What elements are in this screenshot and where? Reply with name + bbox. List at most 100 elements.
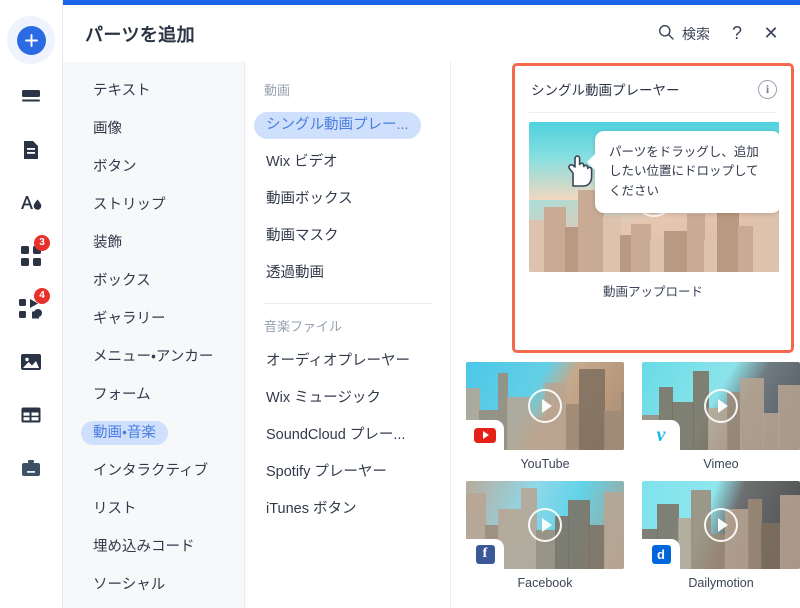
subgroup-title-0: 動画 — [246, 74, 450, 107]
search-icon — [658, 24, 674, 43]
play-icon — [528, 389, 562, 423]
media-icon[interactable] — [11, 342, 51, 382]
provider-logo: v — [642, 420, 680, 450]
page-icon[interactable] — [11, 130, 51, 170]
category-item-label: 動画・音楽 — [81, 421, 168, 446]
subcategory-item-1-3[interactable]: Spotify プレーヤー — [246, 454, 450, 491]
category-item-label: 埋め込みコード — [81, 535, 207, 560]
category-item-label: ストリップ — [81, 193, 178, 218]
featured-part-header: シングル動画プレーヤー i — [515, 66, 791, 112]
subcategory-item-label: Wix ミュージック — [254, 385, 393, 412]
add-button[interactable] — [7, 16, 55, 64]
layout-icon[interactable] — [11, 395, 51, 435]
subcategory-item-1-1[interactable]: Wix ミュージック — [246, 380, 450, 417]
plus-icon — [17, 26, 46, 55]
add-section-icon[interactable] — [11, 77, 51, 117]
play-icon — [704, 508, 738, 542]
category-item-3[interactable]: ストリップ — [63, 186, 244, 224]
theme-text-icon[interactable] — [11, 183, 51, 223]
provider-label: Dailymotion — [642, 576, 800, 590]
category-item-6[interactable]: ギャラリー — [63, 300, 244, 338]
subcategory-item-1-2[interactable]: SoundCloud プレー... — [246, 417, 450, 454]
category-item-label: リスト — [81, 497, 149, 522]
apps-icon[interactable]: 4 — [11, 289, 51, 329]
provider-row: YouTubevVimeo — [466, 362, 800, 471]
subcategory-item-label: 動画マスク — [254, 223, 351, 250]
provider-logo — [466, 420, 504, 450]
featured-part-title: シングル動画プレーヤー — [531, 79, 680, 99]
category-item-9[interactable]: 動画・音楽 — [63, 414, 244, 452]
subcategory-item-label: オーディオプレーヤー — [254, 348, 422, 375]
category-item-1[interactable]: 画像 — [63, 110, 244, 148]
help-button[interactable]: ? — [720, 17, 754, 51]
category-item-label: ボックス — [81, 269, 163, 294]
category-item-13[interactable]: ソーシャル — [63, 566, 244, 604]
category-item-label: ボタン — [81, 155, 149, 180]
page-title: パーツを追加 — [85, 21, 195, 47]
subcategory-item-0-1[interactable]: Wix ビデオ — [246, 144, 450, 181]
vimeo-icon: v — [657, 425, 666, 445]
subcategory-item-label: Spotify プレーヤー — [254, 459, 399, 486]
category-item-label: ソーシャル — [81, 573, 177, 598]
provider-thumbnail[interactable]: f — [466, 481, 624, 569]
divider — [529, 112, 777, 113]
provider-thumbnail[interactable]: d — [642, 481, 800, 569]
category-item-label: ギャラリー — [81, 307, 178, 332]
category-item-11[interactable]: リスト — [63, 490, 244, 528]
category-item-label: テキスト — [81, 79, 163, 104]
category-item-2[interactable]: ボタン — [63, 148, 244, 186]
category-item-7[interactable]: メニュー・アンカー — [63, 338, 244, 376]
info-icon[interactable]: i — [758, 80, 777, 99]
subgroup-divider — [264, 303, 432, 304]
panel-header: パーツを追加 検索 ? ✕ — [63, 5, 800, 62]
provider-card-1[interactable]: vVimeo — [642, 362, 800, 471]
featured-part-card[interactable]: シングル動画プレーヤー i — [512, 63, 794, 353]
provider-card-3[interactable]: d Dailymotion — [642, 481, 800, 590]
subcategory-item-0-0[interactable]: シングル動画プレー... — [246, 107, 450, 144]
category-item-4[interactable]: 装飾 — [63, 224, 244, 262]
provider-label: Facebook — [466, 576, 624, 590]
subcategory-item-0-4[interactable]: 透過動画 — [246, 255, 450, 292]
featured-part-caption: 動画アップロード — [515, 281, 791, 300]
preview-column: シングル動画プレーヤー i — [452, 62, 800, 608]
provider-grid: YouTubevVimeo f Facebook d Dailymotion — [466, 362, 800, 600]
add-parts-badge: 3 — [34, 235, 50, 251]
subcategory-item-label: 動画ボックス — [254, 186, 365, 213]
provider-thumbnail[interactable] — [466, 362, 624, 450]
featured-part-thumbnail[interactable]: パーツをドラッグし、追加したい位置にドロップしてください — [529, 122, 779, 272]
category-item-5[interactable]: ボックス — [63, 262, 244, 300]
facebook-icon: f — [476, 545, 495, 564]
play-icon — [528, 508, 562, 542]
dailymotion-icon: d — [652, 545, 671, 564]
business-icon[interactable] — [11, 448, 51, 488]
drag-cursor-icon — [563, 152, 597, 197]
category-item-12[interactable]: 埋め込みコード — [63, 528, 244, 566]
close-button[interactable]: ✕ — [754, 17, 788, 51]
search-label: 検索 — [682, 24, 710, 44]
category-item-8[interactable]: フォーム — [63, 376, 244, 414]
add-parts-panel: パーツを追加 検索 ? ✕ テキスト画像ボタンストリップ装飾ボックスギャラリーメ… — [63, 0, 800, 608]
subcategory-item-1-4[interactable]: iTunes ボタン — [246, 491, 450, 528]
subcategory-item-label: iTunes ボタン — [254, 496, 369, 523]
subcategory-list: 動画シングル動画プレー...Wix ビデオ動画ボックス動画マスク透過動画音楽ファ… — [246, 62, 451, 608]
category-item-10[interactable]: インタラクティブ — [63, 452, 244, 490]
youtube-icon — [474, 428, 496, 443]
subcategory-item-1-0[interactable]: オーディオプレーヤー — [246, 343, 450, 380]
add-parts-icon[interactable]: 3 — [11, 236, 51, 276]
editor-left-rail: 3 4 — [0, 0, 63, 608]
subcategory-item-0-3[interactable]: 動画マスク — [246, 218, 450, 255]
category-item-14[interactable]: 支払い — [63, 604, 244, 608]
category-item-label: 装飾 — [81, 231, 134, 256]
provider-card-2[interactable]: f Facebook — [466, 481, 624, 590]
search-button[interactable]: 検索 — [648, 18, 720, 50]
subcategory-item-label: SoundCloud プレー... — [254, 422, 417, 449]
provider-card-0[interactable]: YouTube — [466, 362, 624, 471]
provider-thumbnail[interactable]: v — [642, 362, 800, 450]
category-item-label: 画像 — [81, 117, 134, 142]
subcategory-item-0-2[interactable]: 動画ボックス — [246, 181, 450, 218]
category-item-0[interactable]: テキスト — [63, 72, 244, 110]
add-parts-window: 3 4 — [0, 0, 800, 608]
category-item-label: メニュー・アンカー — [81, 345, 225, 370]
subcategory-item-label: シングル動画プレー... — [254, 112, 421, 139]
provider-logo: f — [466, 539, 504, 569]
